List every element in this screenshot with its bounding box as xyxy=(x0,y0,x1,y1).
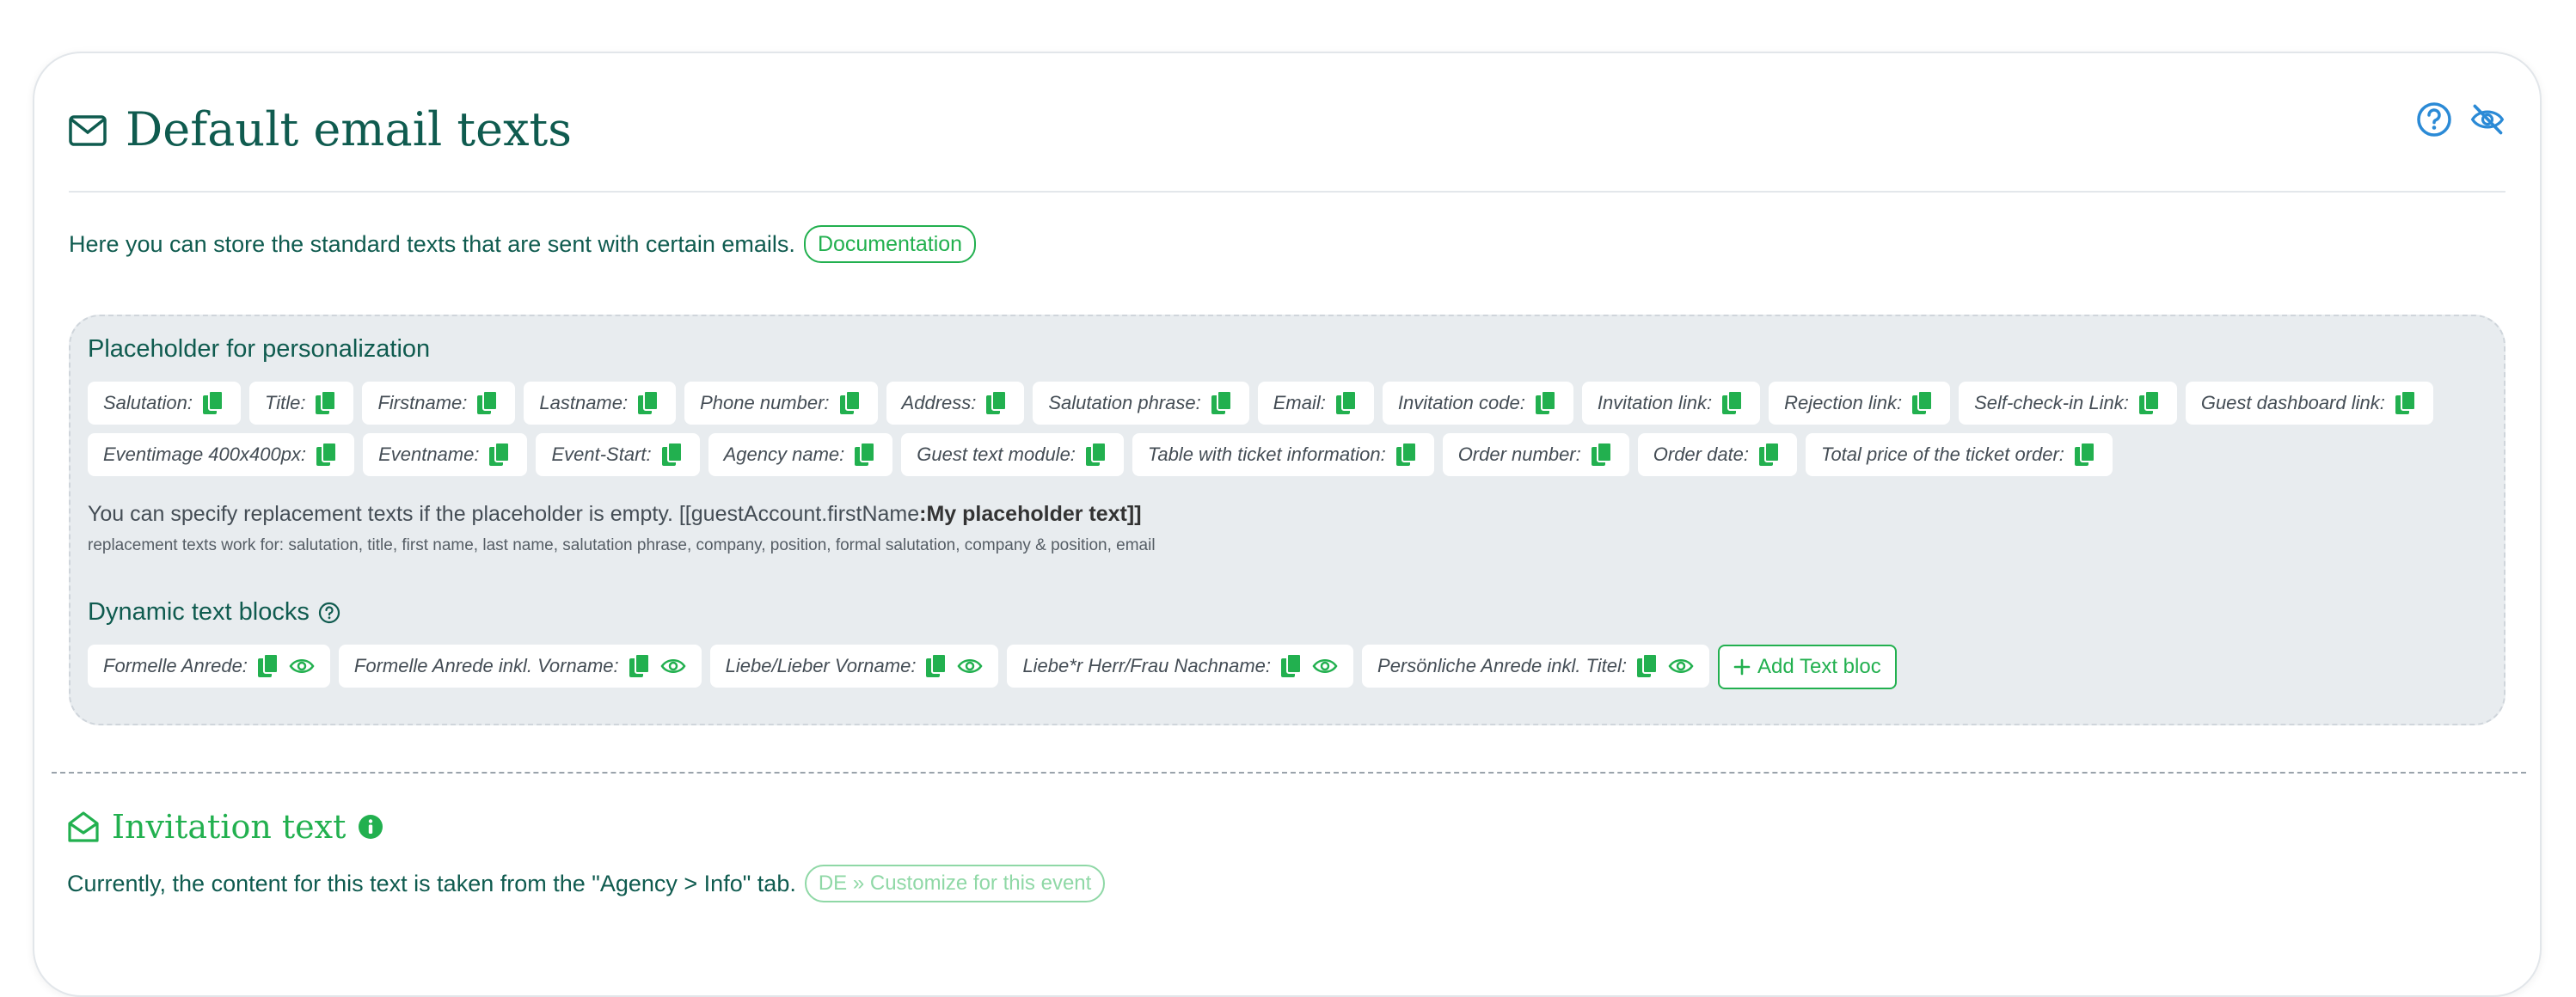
copy-icon[interactable] xyxy=(628,653,652,679)
placeholder-tag[interactable]: Event-Start: xyxy=(536,433,700,476)
copy-icon[interactable] xyxy=(201,390,225,416)
placeholder-tag[interactable]: Salutation: xyxy=(88,382,241,425)
dynamic-blocks-row: Formelle Anrede: Formelle Anrede inkl. V… xyxy=(88,645,1897,689)
placeholder-tag[interactable]: Salutation phrase: xyxy=(1033,382,1249,425)
dynamic-block-tag[interactable]: Liebe*r Herr/Frau Nachname: xyxy=(1007,645,1354,688)
copy-icon[interactable] xyxy=(838,390,862,416)
copy-icon[interactable] xyxy=(1635,653,1659,679)
email-texts-card: Default email texts Here you can store t… xyxy=(33,52,2542,997)
copy-icon[interactable] xyxy=(2137,390,2162,416)
placeholder-row-2: Eventimage 400x400px: Eventname: Event-S… xyxy=(88,433,2113,476)
placeholder-tag[interactable]: Address: xyxy=(886,382,1025,425)
copy-icon[interactable] xyxy=(315,442,339,468)
copy-icon[interactable] xyxy=(488,442,512,468)
placeholder-tag[interactable]: Order number: xyxy=(1442,433,1629,476)
placeholder-tag[interactable]: Email: xyxy=(1257,382,1374,425)
copy-icon[interactable] xyxy=(1757,442,1782,468)
invitation-info-text: Currently, the content for this text is … xyxy=(67,870,796,896)
placeholder-tag[interactable]: Table with ticket information: xyxy=(1132,433,1434,476)
copy-icon[interactable] xyxy=(1911,390,1935,416)
envelope-open-icon xyxy=(68,811,99,842)
help-circle-icon[interactable] xyxy=(318,602,340,624)
placeholder-tag[interactable]: Invitation link: xyxy=(1581,382,1761,425)
intro-line: Here you can store the standard texts th… xyxy=(69,225,977,263)
add-text-block-button[interactable]: Add Text bloc xyxy=(1718,645,1897,689)
copy-icon[interactable] xyxy=(924,653,948,679)
card-header: Default email texts xyxy=(69,101,2505,193)
copy-icon[interactable] xyxy=(1590,442,1614,468)
placeholder-tag[interactable]: Total price of the ticket order: xyxy=(1806,433,2113,476)
plus-icon xyxy=(1733,658,1751,676)
placeholder-row-1: Salutation: Title: Firstname: Lastname: … xyxy=(88,382,2433,425)
copy-icon[interactable] xyxy=(2394,390,2418,416)
documentation-button[interactable]: Documentation xyxy=(803,225,977,263)
placeholder-tag[interactable]: Firstname: xyxy=(362,382,516,425)
invitation-title: Invitation text xyxy=(67,808,383,846)
placeholder-tag[interactable]: Guest text module: xyxy=(901,433,1124,476)
copy-icon[interactable] xyxy=(314,390,338,416)
copy-icon[interactable] xyxy=(256,653,280,679)
dynamic-block-tag[interactable]: Persönliche Anrede inkl. Titel: xyxy=(1362,645,1710,688)
customize-event-button[interactable]: DE » Customize for this event xyxy=(804,865,1106,902)
placeholder-tag[interactable]: Invitation code: xyxy=(1382,382,1573,425)
placeholder-tag[interactable]: Agency name: xyxy=(708,433,893,476)
copy-icon[interactable] xyxy=(2073,442,2097,468)
placeholder-tag[interactable]: Eventname: xyxy=(363,433,528,476)
copy-icon[interactable] xyxy=(1334,390,1359,416)
copy-icon[interactable] xyxy=(475,390,500,416)
dynamic-block-tag[interactable]: Formelle Anrede inkl. Vorname: xyxy=(338,645,702,688)
placeholder-tag[interactable]: Self-check-in Link: xyxy=(1959,382,2177,425)
copy-icon[interactable] xyxy=(1084,442,1108,468)
placeholder-tag[interactable]: Guest dashboard link: xyxy=(2185,382,2433,425)
eye-icon[interactable] xyxy=(1668,656,1694,676)
placeholder-tag[interactable]: Eventimage 400x400px: xyxy=(88,433,355,476)
copy-icon[interactable] xyxy=(660,442,684,468)
copy-icon[interactable] xyxy=(636,390,660,416)
copy-icon[interactable] xyxy=(1534,390,1558,416)
eye-icon[interactable] xyxy=(660,656,686,676)
eye-slash-icon[interactable] xyxy=(2469,101,2505,138)
intro-text: Here you can store the standard texts th… xyxy=(69,230,795,257)
page-title: Default email texts xyxy=(126,102,572,156)
envelope-icon xyxy=(69,115,107,146)
dynamic-block-tag[interactable]: Formelle Anrede: xyxy=(88,645,330,688)
section-divider xyxy=(52,772,2526,774)
placeholder-panel: Placeholder for personalization Salutati… xyxy=(69,315,2505,725)
placeholder-tag[interactable]: Order date: xyxy=(1637,433,1798,476)
info-icon[interactable] xyxy=(358,814,383,840)
copy-icon[interactable] xyxy=(1210,390,1234,416)
copy-icon[interactable] xyxy=(1395,442,1419,468)
placeholder-tag[interactable]: Title: xyxy=(248,382,354,425)
placeholder-tag[interactable]: Rejection link: xyxy=(1769,382,1951,425)
replacement-sub: replacement texts work for: salutation, … xyxy=(88,536,1156,554)
placeholder-tag[interactable]: Lastname: xyxy=(524,382,677,425)
placeholder-title: Placeholder for personalization xyxy=(88,335,431,363)
eye-icon[interactable] xyxy=(289,656,315,676)
eye-icon[interactable] xyxy=(1312,656,1338,676)
copy-icon[interactable] xyxy=(1279,653,1303,679)
help-circle-icon[interactable] xyxy=(2416,101,2452,138)
invitation-info-line: Currently, the content for this text is … xyxy=(67,865,1106,902)
dynamic-block-tag[interactable]: Liebe/Lieber Vorname: xyxy=(709,645,999,688)
copy-icon[interactable] xyxy=(984,390,1009,416)
eye-icon[interactable] xyxy=(957,656,983,676)
placeholder-tag[interactable]: Phone number: xyxy=(684,382,878,425)
replacement-info: You can specify replacement texts if the… xyxy=(88,502,1142,526)
copy-icon[interactable] xyxy=(853,442,877,468)
copy-icon[interactable] xyxy=(1720,390,1745,416)
dynamic-blocks-title: Dynamic text blocks xyxy=(88,598,340,627)
